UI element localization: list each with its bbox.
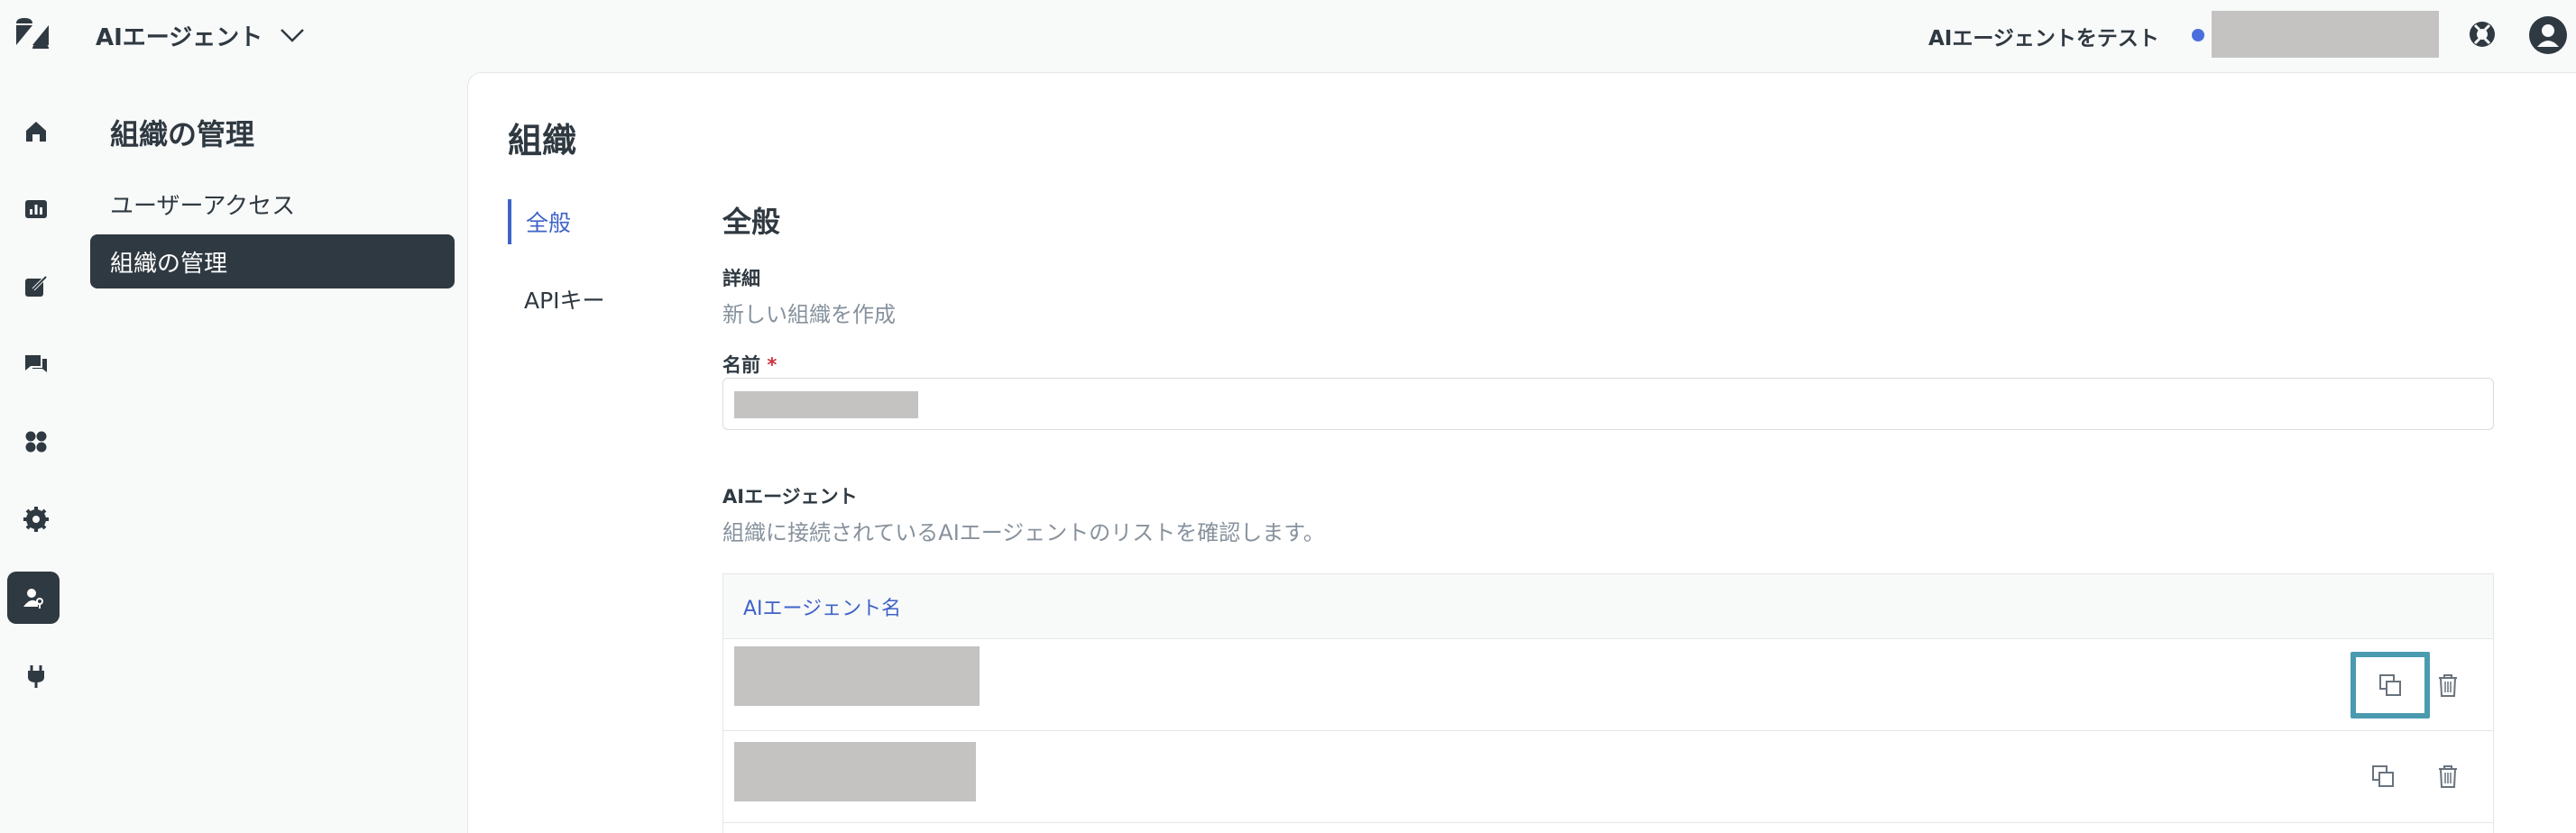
status-dot — [2192, 29, 2204, 41]
trash-icon — [2439, 765, 2457, 788]
name-label-text: 名前 — [722, 354, 760, 376]
test-agent-label: AIエージェントをテスト — [1928, 27, 2159, 50]
copy-button[interactable] — [2363, 756, 2403, 796]
test-agent-button[interactable]: AIエージェントをテスト — [1928, 18, 2159, 54]
name-field-label: 名前 * — [722, 351, 777, 378]
delete-button[interactable] — [2428, 665, 2468, 705]
zendesk-logo-icon[interactable] — [14, 18, 51, 50]
integrations-icon[interactable] — [14, 420, 58, 463]
main-panel: 組織 全般 APIキー 全般 詳細 新しい組織を作成 名前 * AIエージェント… — [467, 72, 2576, 833]
secnav-item-label: ユーザーアクセス — [110, 192, 296, 220]
ai-agents-table: AIエージェント名 — [722, 573, 2494, 833]
name-value-redacted — [734, 391, 918, 418]
settings-icon[interactable] — [14, 498, 58, 541]
help-lifebuoy-icon[interactable] — [2468, 20, 2497, 49]
subnav-tab-label: 全般 — [526, 210, 572, 236]
secnav-item-label: 組織の管理 — [110, 250, 228, 278]
required-marker: * — [767, 354, 777, 376]
subnav-tab-api-keys[interactable]: APIキー — [508, 277, 688, 322]
trash-icon — [2439, 674, 2457, 697]
organization-name-input[interactable] — [722, 378, 2494, 430]
conversations-icon[interactable] — [14, 343, 58, 386]
agent-name-redacted — [734, 646, 980, 706]
table-row — [723, 639, 2493, 731]
content-icon[interactable] — [14, 265, 58, 308]
analytics-icon[interactable] — [14, 188, 58, 231]
user-avatar-icon[interactable] — [2529, 16, 2567, 54]
details-label: 詳細 — [722, 268, 760, 289]
copy-icon — [2379, 674, 2401, 696]
table-header: AIエージェント名 — [723, 574, 2493, 639]
copy-button[interactable] — [2351, 652, 2430, 719]
subnav-tab-label: APIキー — [524, 288, 605, 314]
copy-icon — [2372, 765, 2394, 787]
secondary-nav-title: 組織の管理 — [110, 117, 255, 151]
details-description: 新しい組織を作成 — [722, 302, 896, 327]
section-title: 全般 — [722, 205, 781, 239]
chevron-down-icon — [281, 29, 305, 42]
product-switcher[interactable]: AIエージェント — [96, 16, 306, 54]
page-title: 組織 — [508, 121, 577, 160]
column-header-agent-name[interactable]: AIエージェント名 — [743, 592, 901, 621]
top-bar: AIエージェント AIエージェントをテスト — [0, 0, 2576, 72]
delete-button[interactable] — [2428, 756, 2468, 796]
home-icon[interactable] — [14, 110, 58, 153]
account-name-redacted[interactable] — [2212, 11, 2439, 58]
secnav-item-user-access[interactable]: ユーザーアクセス — [90, 177, 455, 231]
ai-agents-description: 組織に接続されているAIエージェントのリストを確認します。 — [722, 520, 1325, 545]
ai-agents-label: AIエージェント — [722, 486, 858, 508]
plug-icon[interactable] — [14, 654, 58, 698]
subnav-tab-general[interactable]: 全般 — [508, 199, 688, 244]
table-row — [723, 731, 2493, 823]
product-name: AIエージェント — [96, 23, 263, 51]
agent-name-redacted — [734, 742, 976, 801]
admin-icon[interactable] — [7, 572, 60, 624]
secnav-item-org-management[interactable]: 組織の管理 — [90, 234, 455, 288]
